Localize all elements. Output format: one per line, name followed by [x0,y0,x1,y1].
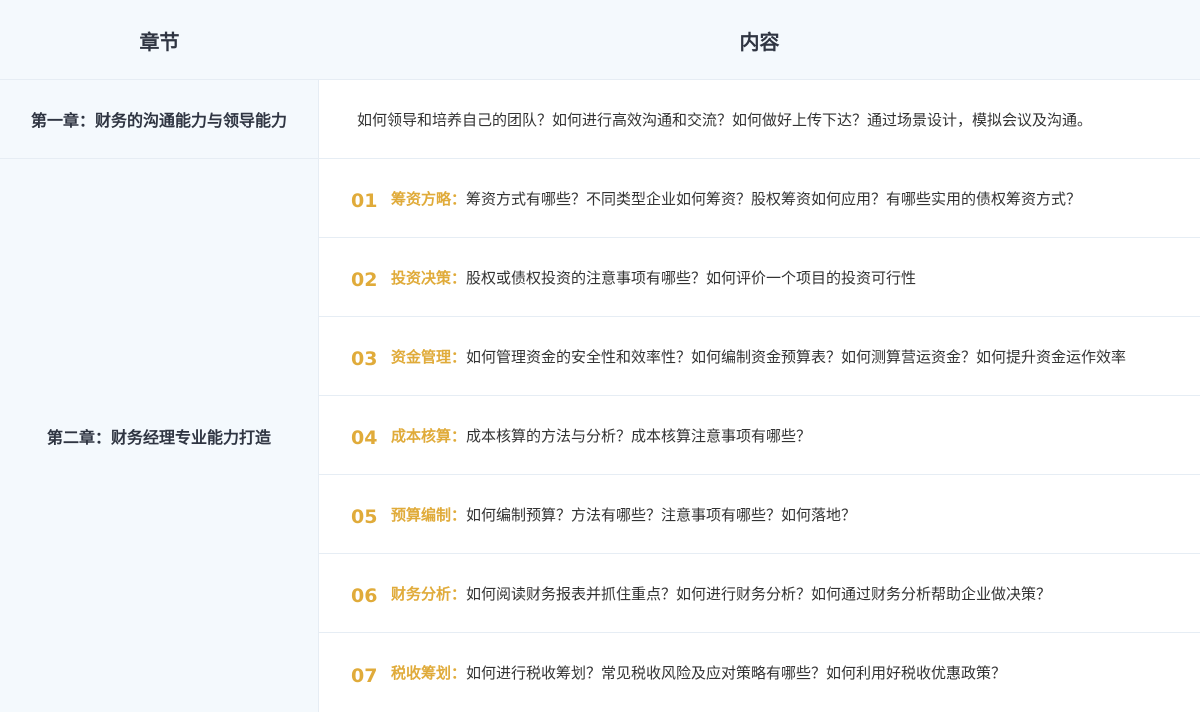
item-number-badge: 03 [349,342,387,370]
table-row: 04 成本核算： 成本核算的方法与分析？成本核算注意事项有哪些？ [319,396,1200,475]
item-description: 如何阅读财务报表并抓住重点？如何进行财务分析？如何通过财务分析帮助企业做决策？ [466,584,1052,603]
table-header: 章节 内容 [0,0,1200,80]
table-row: 01 筹资方略： 筹资方式有哪些？不同类型企业如何筹资？股权筹资如何应用？有哪些… [319,159,1200,238]
item-number-badge: 06 [349,579,387,607]
item-number-badge: 05 [349,500,387,528]
item-topic: 筹资方略： [391,189,467,208]
item-description: 成本核算的方法与分析？成本核算注意事项有哪些？ [466,426,812,445]
item-number-badge: 04 [349,421,387,449]
table-row: 07 税收筹划： 如何进行税收筹划？常见税收风险及应对策略有哪些？如何利用好税收… [319,633,1200,712]
item-description: 股权或债权投资的注意事项有哪些？如何评价一个项目的投资可行性 [466,268,917,287]
chapter-2-title: 第二章：财务经理专业能力打造 [0,159,319,712]
chapter-1-title: 第一章：财务的沟通能力与领导能力 [0,80,319,159]
table-row: 03 资金管理： 如何管理资金的安全性和效率性？如何编制资金预算表？如何测算营运… [319,317,1200,396]
table-row: 06 财务分析： 如何阅读财务报表并抓住重点？如何进行财务分析？如何通过财务分析… [319,554,1200,633]
item-topic: 资金管理： [391,347,467,366]
item-topic: 成本核算： [391,426,467,445]
item-topic: 投资决策： [391,268,467,287]
course-outline-table: 章节 内容 第一章：财务的沟通能力与领导能力 如何领导和培养自己的团队？如何进行… [0,0,1200,712]
item-number-badge: 07 [349,659,387,687]
table-row: 05 预算编制： 如何编制预算？方法有哪些？注意事项有哪些？如何落地？ [319,475,1200,554]
item-number-badge: 01 [349,184,387,212]
item-topic: 预算编制： [391,505,467,524]
chapter-1-content: 如何领导和培养自己的团队？如何进行高效沟通和交流？如何做好上传下达？通过场景设计… [319,80,1200,159]
item-description: 如何进行税收筹划？常见税收风险及应对策略有哪些？如何利用好税收优惠政策？ [466,664,1007,682]
item-number-badge: 02 [349,263,387,291]
header-chapter: 章节 [139,29,180,54]
table-row: 02 投资决策： 股权或债权投资的注意事项有哪些？如何评价一个项目的投资可行性 [319,238,1200,317]
header-content: 内容 [739,29,780,54]
item-topic: 税收筹划： [391,664,467,682]
item-description: 筹资方式有哪些？不同类型企业如何筹资？股权筹资如何应用？有哪些实用的债权筹资方式… [466,189,1082,208]
item-topic: 财务分析： [391,584,467,603]
item-description: 如何编制预算？方法有哪些？注意事项有哪些？如何落地？ [466,505,857,524]
item-description: 如何管理资金的安全性和效率性？如何编制资金预算表？如何测算营运资金？如何提升资金… [466,347,1127,366]
